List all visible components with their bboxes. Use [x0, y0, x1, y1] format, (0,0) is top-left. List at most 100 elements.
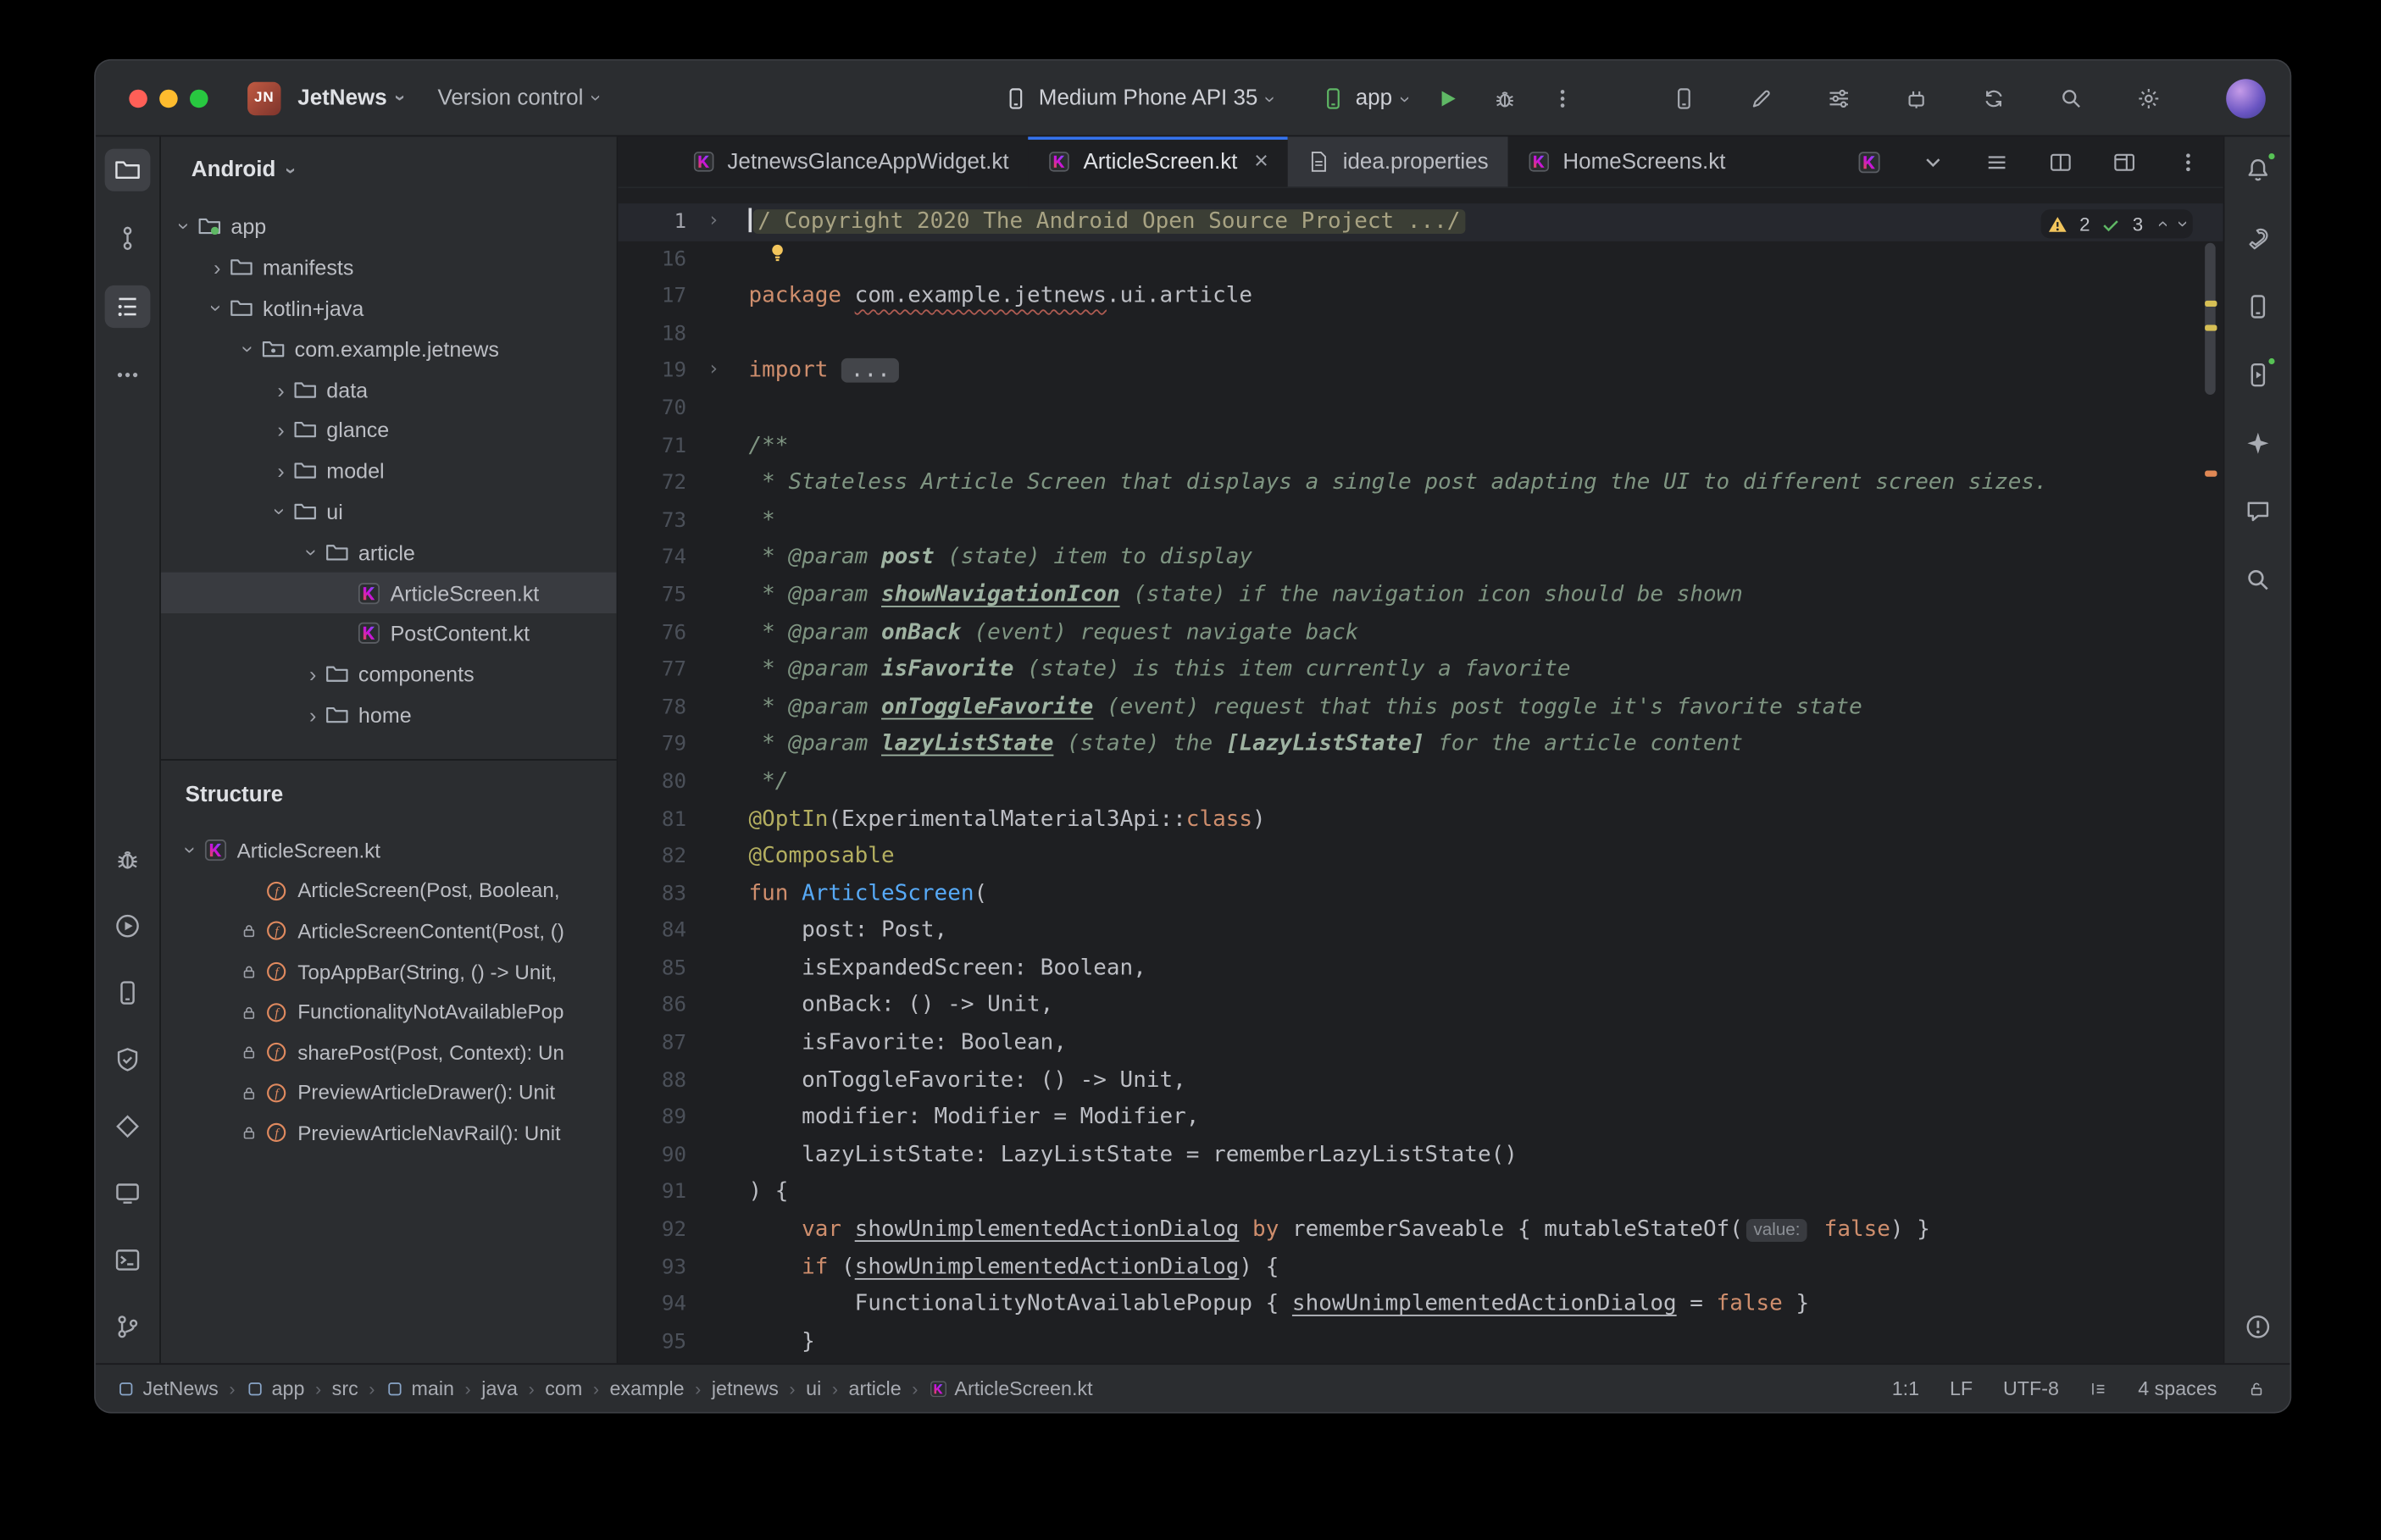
vcs-menu[interactable]: Version control › — [437, 86, 600, 110]
code-line[interactable]: 84 post: Post, — [618, 913, 2223, 950]
split-editor-button[interactable] — [2041, 142, 2081, 182]
breadcrumb-jetnews[interactable]: jetnews — [712, 1377, 779, 1399]
fold-chevron-icon[interactable]: › — [708, 352, 719, 390]
more-tool-windows-button[interactable] — [1819, 79, 1859, 119]
line-number[interactable]: 75 — [618, 577, 686, 614]
project-item-postcontent-kt[interactable]: PostContent.kt — [161, 613, 617, 654]
indent-indicator[interactable] — [2090, 1379, 2108, 1398]
code-line[interactable]: 16 — [618, 241, 2223, 278]
minimize-window-button[interactable] — [159, 89, 178, 108]
chevron-icon[interactable]: › — [205, 296, 230, 320]
line-number[interactable]: 88 — [618, 1062, 686, 1100]
more-run-actions-button[interactable] — [1543, 79, 1583, 119]
line-number[interactable]: 93 — [618, 1249, 686, 1286]
breadcrumb-example[interactable]: example — [610, 1377, 685, 1399]
line-number[interactable]: 16 — [618, 241, 686, 278]
caret-position[interactable]: 1:1 — [1892, 1377, 1919, 1399]
commit-tool-button[interactable] — [105, 217, 151, 259]
indent-size[interactable]: 4 spaces — [2138, 1377, 2217, 1399]
chevron-icon[interactable]: › — [269, 500, 293, 524]
line-number[interactable]: 19 — [618, 352, 686, 390]
editor-list-button[interactable] — [1977, 142, 2017, 182]
gem-tool-button[interactable] — [105, 1105, 151, 1148]
terminal-tool-button[interactable] — [105, 1238, 151, 1281]
line-number[interactable]: 77 — [618, 651, 686, 689]
chevron-icon[interactable]: › — [301, 703, 325, 728]
project-menu[interactable]: JetNews › — [297, 86, 404, 110]
breadcrumb-main[interactable]: main — [386, 1377, 454, 1399]
line-number[interactable]: 82 — [618, 838, 686, 875]
code-line[interactable]: 75 * @param showNavigationIcon (state) i… — [618, 577, 2223, 614]
breadcrumb-src[interactable]: src — [332, 1377, 358, 1399]
avatar[interactable] — [2226, 79, 2266, 119]
structure-tool-button[interactable] — [105, 285, 151, 328]
line-number[interactable]: 89 — [618, 1100, 686, 1137]
app-quality-tool-button[interactable] — [105, 1039, 151, 1081]
chevron-icon[interactable]: › — [301, 540, 325, 565]
line-number[interactable]: 83 — [618, 875, 686, 912]
device-explorer-tool-button[interactable] — [105, 972, 151, 1014]
code-line[interactable]: 72 * Stateless Article Screen that displ… — [618, 465, 2223, 502]
debug-tool-button[interactable] — [105, 838, 151, 880]
emulator-tool-button[interactable] — [105, 1172, 151, 1215]
chevron-icon[interactable]: › — [301, 662, 325, 687]
code-line[interactable]: 1›/ Copyright 2020 The Android Open Sour… — [618, 203, 2223, 241]
structure-item-articlescreen-post-boolean[interactable]: ArticleScreen(Post, Boolean, — [161, 871, 617, 911]
structure-item-previewarticledrawer-unit[interactable]: PreviewArticleDrawer(): Unit — [161, 1072, 617, 1113]
problems-tool-button[interactable] — [2234, 1305, 2280, 1348]
chevron-icon[interactable]: › — [269, 418, 293, 442]
zoom-window-button[interactable] — [190, 89, 208, 108]
current-file-button[interactable] — [1850, 142, 1890, 182]
line-number[interactable]: 17 — [618, 278, 686, 315]
code-line[interactable]: 87 isFavorite: Boolean, — [618, 1025, 2223, 1062]
close-window-button[interactable] — [129, 89, 147, 108]
line-number[interactable]: 80 — [618, 763, 686, 800]
run-button[interactable] — [1428, 79, 1468, 119]
line-number[interactable]: 73 — [618, 502, 686, 540]
code-line[interactable]: 91) { — [618, 1174, 2223, 1211]
code-line[interactable]: 70 — [618, 391, 2223, 428]
code-line[interactable]: 80 */ — [618, 763, 2223, 800]
project-item-manifests[interactable]: ›manifests — [161, 247, 617, 288]
project-item-app[interactable]: ›app — [161, 207, 617, 247]
code-line[interactable]: 71/** — [618, 428, 2223, 465]
project-item-model[interactable]: ›model — [161, 451, 617, 491]
code-line[interactable]: 82@Composable — [618, 838, 2223, 875]
line-number[interactable]: 95 — [618, 1323, 686, 1360]
editor-scrollbar[interactable] — [2205, 243, 2216, 395]
line-number[interactable]: 81 — [618, 800, 686, 838]
project-item-com-example-jetnews[interactable]: ›com.example.jetnews — [161, 329, 617, 369]
version-control-tool-button[interactable] — [105, 1305, 151, 1348]
code-line[interactable]: 94 FunctionalityNotAvailablePopup { show… — [618, 1286, 2223, 1323]
code-line[interactable]: 77 * @param isFavorite (state) is this i… — [618, 651, 2223, 689]
line-number[interactable]: 92 — [618, 1211, 686, 1249]
line-number[interactable]: 1 — [618, 203, 686, 241]
chevron-icon[interactable]: › — [237, 336, 262, 361]
line-number[interactable]: 90 — [618, 1137, 686, 1174]
code-line[interactable]: 85 isExpandedScreen: Boolean, — [618, 950, 2223, 988]
code-line[interactable]: 74 * @param post (state) item to display — [618, 540, 2223, 577]
code-line[interactable]: 88 onToggleFavorite: () -> Unit, — [618, 1062, 2223, 1100]
device-manager-button[interactable] — [1664, 79, 1704, 119]
breadcrumb-app[interactable]: app — [246, 1377, 304, 1399]
line-number[interactable]: 84 — [618, 913, 686, 950]
structure-item-sharepost-post-context-un[interactable]: sharePost(Post, Context): Un — [161, 1033, 617, 1073]
project-item-article[interactable]: ›article — [161, 532, 617, 573]
code-line[interactable]: 83fun ArticleScreen( — [618, 875, 2223, 912]
project-view-selector[interactable]: Android › — [161, 136, 617, 203]
code-line[interactable]: 86 onBack: () -> Unit, — [618, 988, 2223, 1025]
chevron-icon[interactable]: › — [205, 255, 230, 280]
fold-chevron-icon[interactable]: › — [708, 203, 719, 241]
code-line[interactable]: 78 * @param onToggleFavorite (event) req… — [618, 689, 2223, 726]
code-line[interactable]: 73 * — [618, 502, 2223, 540]
breadcrumb-com[interactable]: com — [545, 1377, 582, 1399]
notifications-button[interactable] — [2234, 149, 2280, 191]
project-item-data[interactable]: ›data — [161, 369, 617, 410]
more-tools-button[interactable] — [105, 354, 151, 396]
editor-more-button[interactable] — [2168, 142, 2208, 182]
project-item-home[interactable]: ›home — [161, 695, 617, 735]
line-separator[interactable]: LF — [1950, 1377, 1973, 1399]
line-number[interactable]: 91 — [618, 1174, 686, 1211]
line-number[interactable]: 70 — [618, 391, 686, 428]
chevron-icon[interactable]: › — [269, 377, 293, 402]
